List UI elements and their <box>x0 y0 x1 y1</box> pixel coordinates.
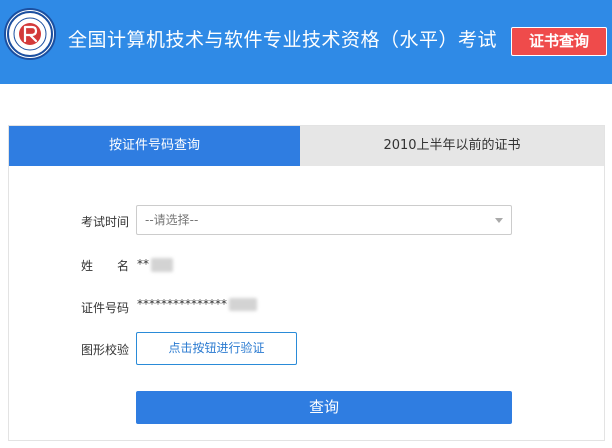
name-masked-text: ** <box>137 257 149 271</box>
logo-graphic <box>7 11 53 57</box>
query-panel: 按证件号码查询 2010上半年以前的证书 考试时间 --请选择-- 姓名 ** … <box>8 125 605 441</box>
id-number-value: *************** <box>137 297 257 311</box>
tab-pre-2010-certificates[interactable]: 2010上半年以前的证书 <box>300 126 604 166</box>
cert-query-button[interactable]: 证书查询 <box>511 27 607 56</box>
query-tabs: 按证件号码查询 2010上半年以前的证书 <box>9 126 604 166</box>
id-number-label: 证件号码 <box>81 301 130 315</box>
tab-id-number-query[interactable]: 按证件号码查询 <box>9 126 300 166</box>
name-label: 姓名 <box>81 257 129 274</box>
exam-time-placeholder: --请选择-- <box>145 213 199 227</box>
ruankao-logo-icon <box>4 8 56 60</box>
exam-time-label: 考试时间 <box>81 215 130 229</box>
id-number-redaction <box>229 298 257 311</box>
name-label-char2: 名 <box>117 259 130 273</box>
name-value: ** <box>137 257 173 272</box>
id-number-masked-text: *************** <box>137 297 227 311</box>
captcha-label: 图形校验 <box>81 343 130 357</box>
name-redaction <box>151 257 173 272</box>
chevron-down-icon <box>495 218 503 223</box>
site-header: 全国计算机技术与软件专业技术资格（水平）考试 证书查询 <box>0 0 612 84</box>
name-label-char1: 姓 <box>81 259 94 273</box>
query-submit-button[interactable]: 查询 <box>136 391 512 424</box>
site-title: 全国计算机技术与软件专业技术资格（水平）考试 <box>68 29 498 51</box>
captcha-verify-button[interactable]: 点击按钮进行验证 <box>136 332 297 365</box>
exam-time-select[interactable]: --请选择-- <box>136 205 512 235</box>
